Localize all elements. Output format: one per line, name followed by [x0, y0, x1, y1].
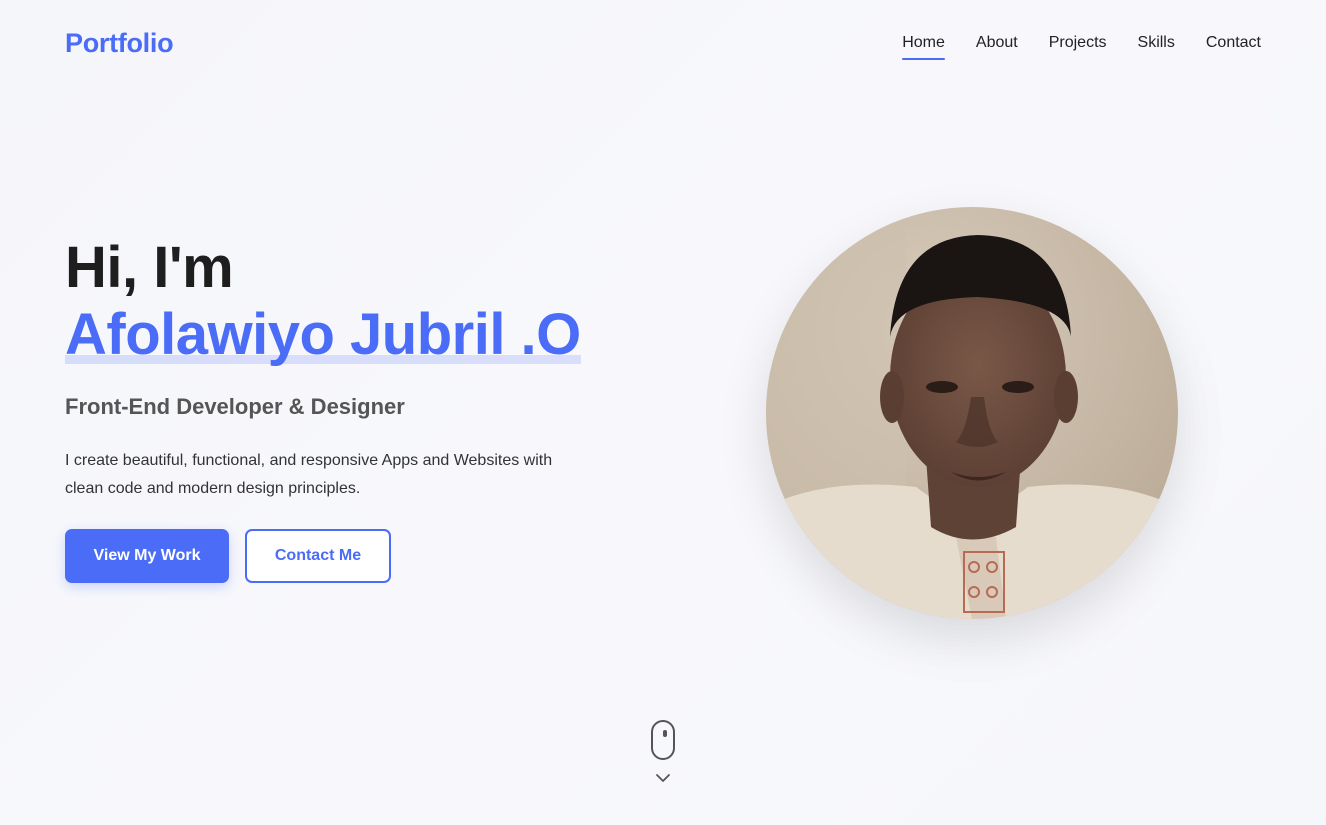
hero-description: I create beautiful, functional, and resp…	[65, 452, 553, 497]
profile-photo	[766, 207, 1178, 619]
hero-content: Hi, I'm Afolawiyo Jubril .O Front-End De…	[65, 236, 645, 583]
mouse-wheel-icon	[663, 730, 667, 737]
navbar: Portfolio Home About Projects Skills Con…	[0, 0, 1326, 90]
nav-links: Home About Projects Skills Contact	[902, 34, 1261, 60]
hero-greeting: Hi, I'm	[65, 235, 234, 300]
logo[interactable]: Portfolio	[65, 28, 174, 59]
hero-role: Front-End Developer & Designer	[65, 394, 405, 419]
contact-me-button[interactable]: Contact Me	[245, 529, 391, 583]
scroll-indicator[interactable]	[650, 720, 678, 792]
nav-link-contact[interactable]: Contact	[1206, 34, 1261, 56]
nav-link-projects[interactable]: Projects	[1049, 34, 1107, 56]
view-my-work-button[interactable]: View My Work	[65, 529, 229, 583]
nav-link-about[interactable]: About	[976, 34, 1018, 56]
nav-link-skills[interactable]: Skills	[1138, 34, 1175, 56]
hero-buttons: View My Work Contact Me	[65, 529, 645, 583]
mouse-icon	[651, 720, 675, 760]
profile-photo-icon	[766, 207, 1178, 619]
hero-name: Afolawiyo Jubril .O	[65, 302, 581, 367]
nav-link-home[interactable]: Home	[902, 34, 945, 60]
chevron-down-icon	[656, 774, 670, 782]
